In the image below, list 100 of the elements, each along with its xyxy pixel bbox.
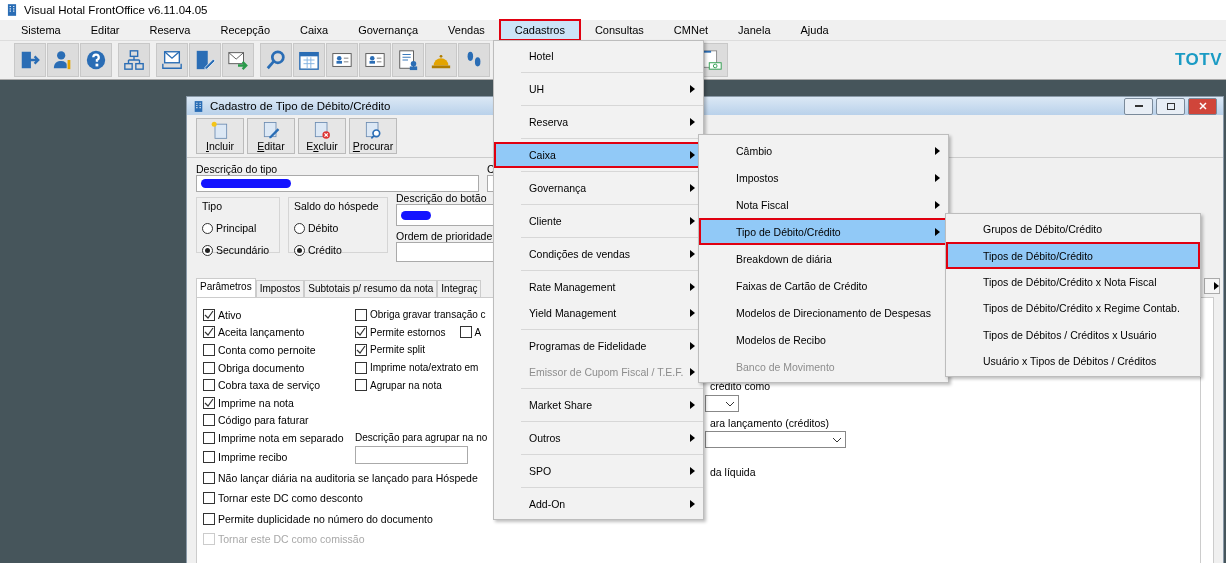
checkbox[interactable] <box>203 344 215 356</box>
menu-item[interactable]: Reserva <box>134 20 206 40</box>
checkbox[interactable] <box>355 379 367 392</box>
checkbox-option[interactable]: Imprime na nota <box>203 393 294 412</box>
toolbar-button[interactable] <box>293 43 325 77</box>
toolbar-button[interactable] <box>189 43 221 77</box>
checkbox[interactable] <box>203 512 215 525</box>
toolbar-button[interactable] <box>392 43 424 77</box>
radio-button[interactable] <box>294 244 305 256</box>
menu-item[interactable]: UH <box>494 76 703 102</box>
checkbox[interactable] <box>203 431 215 444</box>
tab[interactable]: Impostos <box>255 280 305 297</box>
toolbar-button[interactable] <box>458 43 490 77</box>
button-description-field[interactable] <box>396 204 494 226</box>
checkbox-option[interactable]: Imprime recibo <box>203 446 288 468</box>
radio-option[interactable]: Débito <box>294 222 382 234</box>
radio-option[interactable]: Crédito <box>294 244 382 256</box>
radio-button[interactable] <box>202 222 213 234</box>
description-field[interactable] <box>196 175 479 192</box>
toolbar-button[interactable] <box>80 43 112 77</box>
toolbar-button[interactable] <box>260 43 292 77</box>
menu-item[interactable]: Market Share <box>494 392 703 418</box>
menu-item[interactable]: Editar <box>75 20 135 40</box>
menu-item[interactable]: Tipo de Débito/Crédito <box>699 218 948 245</box>
checkbox[interactable] <box>203 361 215 374</box>
dropdown[interactable] <box>705 431 846 448</box>
menu-item[interactable]: Usuário x Tipos de Débitos / Créditos <box>946 347 1200 375</box>
checkbox[interactable] <box>203 308 215 321</box>
tab[interactable]: Integraç <box>437 280 482 297</box>
checkbox-option[interactable]: Agrupar na nota <box>355 376 442 394</box>
radio-button[interactable] <box>202 244 213 256</box>
menu-item[interactable]: Recepção <box>205 20 285 40</box>
checkbox[interactable] <box>203 414 215 427</box>
checkbox-option[interactable]: Tornar este DC como desconto <box>203 487 363 509</box>
checkbox-option[interactable]: Permite estornos <box>355 323 446 342</box>
checkbox-option[interactable]: Conta como pernoite <box>203 341 316 359</box>
menu-item[interactable]: Tipos de Débito/Crédito x Nota Fiscal <box>946 268 1200 296</box>
checkbox[interactable] <box>355 308 367 321</box>
toolbar-button[interactable] <box>222 43 254 77</box>
menu-item[interactable]: Consultas <box>579 20 659 40</box>
checkbox[interactable] <box>203 492 215 505</box>
toolbar-button[interactable]: Procurar <box>349 118 397 154</box>
menu-item[interactable]: Tipos de Débito/Crédito <box>946 242 1200 269</box>
dropdown[interactable] <box>705 395 739 412</box>
checkbox[interactable] <box>355 361 367 374</box>
menu-item[interactable]: Hotel <box>494 43 703 69</box>
checkbox-option[interactable]: Não lançar diária na auditoria se lançado para Hóspede <box>203 467 478 488</box>
checkbox-option[interactable]: Imprime nota em separado <box>203 429 344 447</box>
checkbox[interactable] <box>459 326 472 339</box>
menu-item[interactable]: Tipos de Débito/Crédito x Regime Contab. <box>946 295 1200 322</box>
menu-item[interactable]: Outros <box>494 425 703 451</box>
toolbar-button[interactable] <box>425 43 457 77</box>
checkbox-option[interactable]: Permite split <box>355 341 425 359</box>
menu-item[interactable]: Tipos de Débitos / Créditos x Usuário <box>946 321 1200 348</box>
tab-scroll-button[interactable] <box>1204 278 1220 294</box>
minimize-button[interactable] <box>1124 97 1153 115</box>
close-button[interactable] <box>1188 97 1217 115</box>
toolbar-button[interactable] <box>14 43 46 77</box>
radio-option[interactable]: Secundário <box>202 244 274 256</box>
toolbar-button[interactable] <box>359 43 391 77</box>
radio-option[interactable]: Principal <box>202 222 274 234</box>
checkbox-option[interactable]: Aceita lançamento <box>203 323 305 342</box>
menu-item[interactable]: Ajuda <box>785 20 844 40</box>
checkbox-option[interactable]: Código para faturar <box>203 411 309 430</box>
menu-item[interactable]: Governança <box>343 20 434 40</box>
toolbar-button[interactable] <box>47 43 79 77</box>
menu-item[interactable]: CMNet <box>658 20 724 40</box>
toolbar-button[interactable] <box>118 43 150 77</box>
checkbox-option[interactable]: Cobra taxa de serviço <box>203 376 321 394</box>
checkbox-option[interactable]: Obriga documento <box>203 358 305 377</box>
menu-item[interactable]: Add-On <box>494 491 703 517</box>
radio-button[interactable] <box>294 222 305 234</box>
toolbar-button[interactable]: Incluir <box>196 118 244 154</box>
toolbar-button[interactable]: Editar <box>247 118 295 154</box>
maximize-button[interactable] <box>1156 97 1185 115</box>
checkbox[interactable] <box>203 326 215 339</box>
menu-item[interactable]: Reserva <box>494 109 703 135</box>
checkbox[interactable] <box>355 344 367 356</box>
checkbox-option[interactable]: A <box>459 323 482 342</box>
checkbox-option[interactable]: Permite duplicidade no número do documento <box>203 508 433 530</box>
toolbar-button[interactable] <box>326 43 358 77</box>
menu-item[interactable]: Vendas <box>433 20 500 40</box>
checkbox-option[interactable]: Imprime nota/extrato em <box>355 358 479 377</box>
checkbox-option[interactable]: Obriga gravar transação c <box>355 306 486 324</box>
tab[interactable]: Subtotais p/ resumo da nota <box>304 280 438 297</box>
menu-item[interactable]: Cadastros <box>499 20 580 40</box>
menu-item[interactable]: Caixa <box>285 20 344 40</box>
checkbox-option[interactable]: Ativo <box>203 306 242 324</box>
tab[interactable]: Parâmetros <box>196 278 256 297</box>
menu-item[interactable]: SPO <box>494 458 703 484</box>
priority-field[interactable] <box>396 242 494 262</box>
checkbox[interactable] <box>203 451 215 464</box>
checkbox[interactable] <box>203 471 215 484</box>
toolbar-button[interactable] <box>156 43 188 77</box>
menu-item[interactable]: Grupos de Débito/Crédito <box>946 216 1200 243</box>
menu-item[interactable]: Sistema <box>6 20 76 40</box>
group-description-field[interactable] <box>355 445 468 464</box>
checkbox[interactable] <box>203 396 215 409</box>
checkbox[interactable] <box>203 379 215 392</box>
menu-item[interactable]: Janela <box>723 20 786 40</box>
